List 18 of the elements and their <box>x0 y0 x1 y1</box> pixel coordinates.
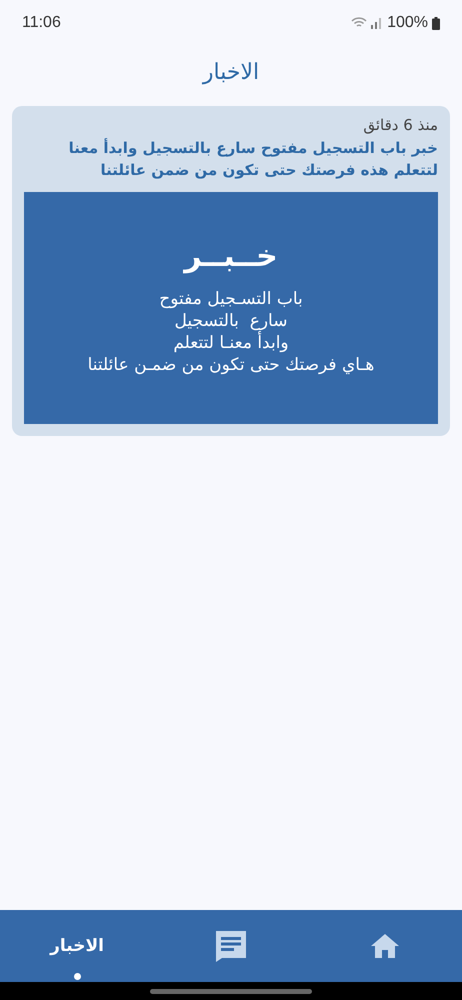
selected-dot <box>74 973 80 980</box>
banner-heading: خــبــر <box>184 238 278 274</box>
banner-text: وابدأ معنـا لتتعلم <box>173 332 289 354</box>
banner-text: هـاي فرصتك حتى تكون من ضمـن عائلتنا <box>88 354 374 376</box>
banner-text: باب التسـجيل مفتوح <box>159 288 303 310</box>
status-time: 11:06 <box>22 14 61 32</box>
news-time: منذ 6 دقائق <box>362 116 438 134</box>
banner-text: سارع بالتسجيل <box>174 310 288 331</box>
battery-percent: 100% <box>387 14 428 32</box>
message-icon <box>215 930 247 962</box>
signal-icon <box>371 17 384 29</box>
news-card[interactable]: منذ 6 دقائق خبر باب التسجيل مفتوح سارع بالتسجيل وابدأ معنا لتتعلم هذه فرصتك حتى تكون من ضمن عائلتنا خــبــر باب التسـجيل مفتوح سارع بالتسجيل وابدأ معنـا لتتعلم هـاي فرصتك حتى تكون من ضمـن عائلتنا <box>12 106 450 436</box>
battery-icon <box>432 16 440 30</box>
home-icon <box>370 933 400 959</box>
page-title: الاخبار <box>202 60 260 84</box>
home-indicator[interactable] <box>150 988 312 994</box>
news-title: خبر باب التسجيل مفتوح سارع بالتسجيل وابدأ معنا لتتعلم هذه فرصتك حتى تكون من ضمن عائلتنا <box>68 138 438 181</box>
wifi-icon <box>351 17 368 29</box>
